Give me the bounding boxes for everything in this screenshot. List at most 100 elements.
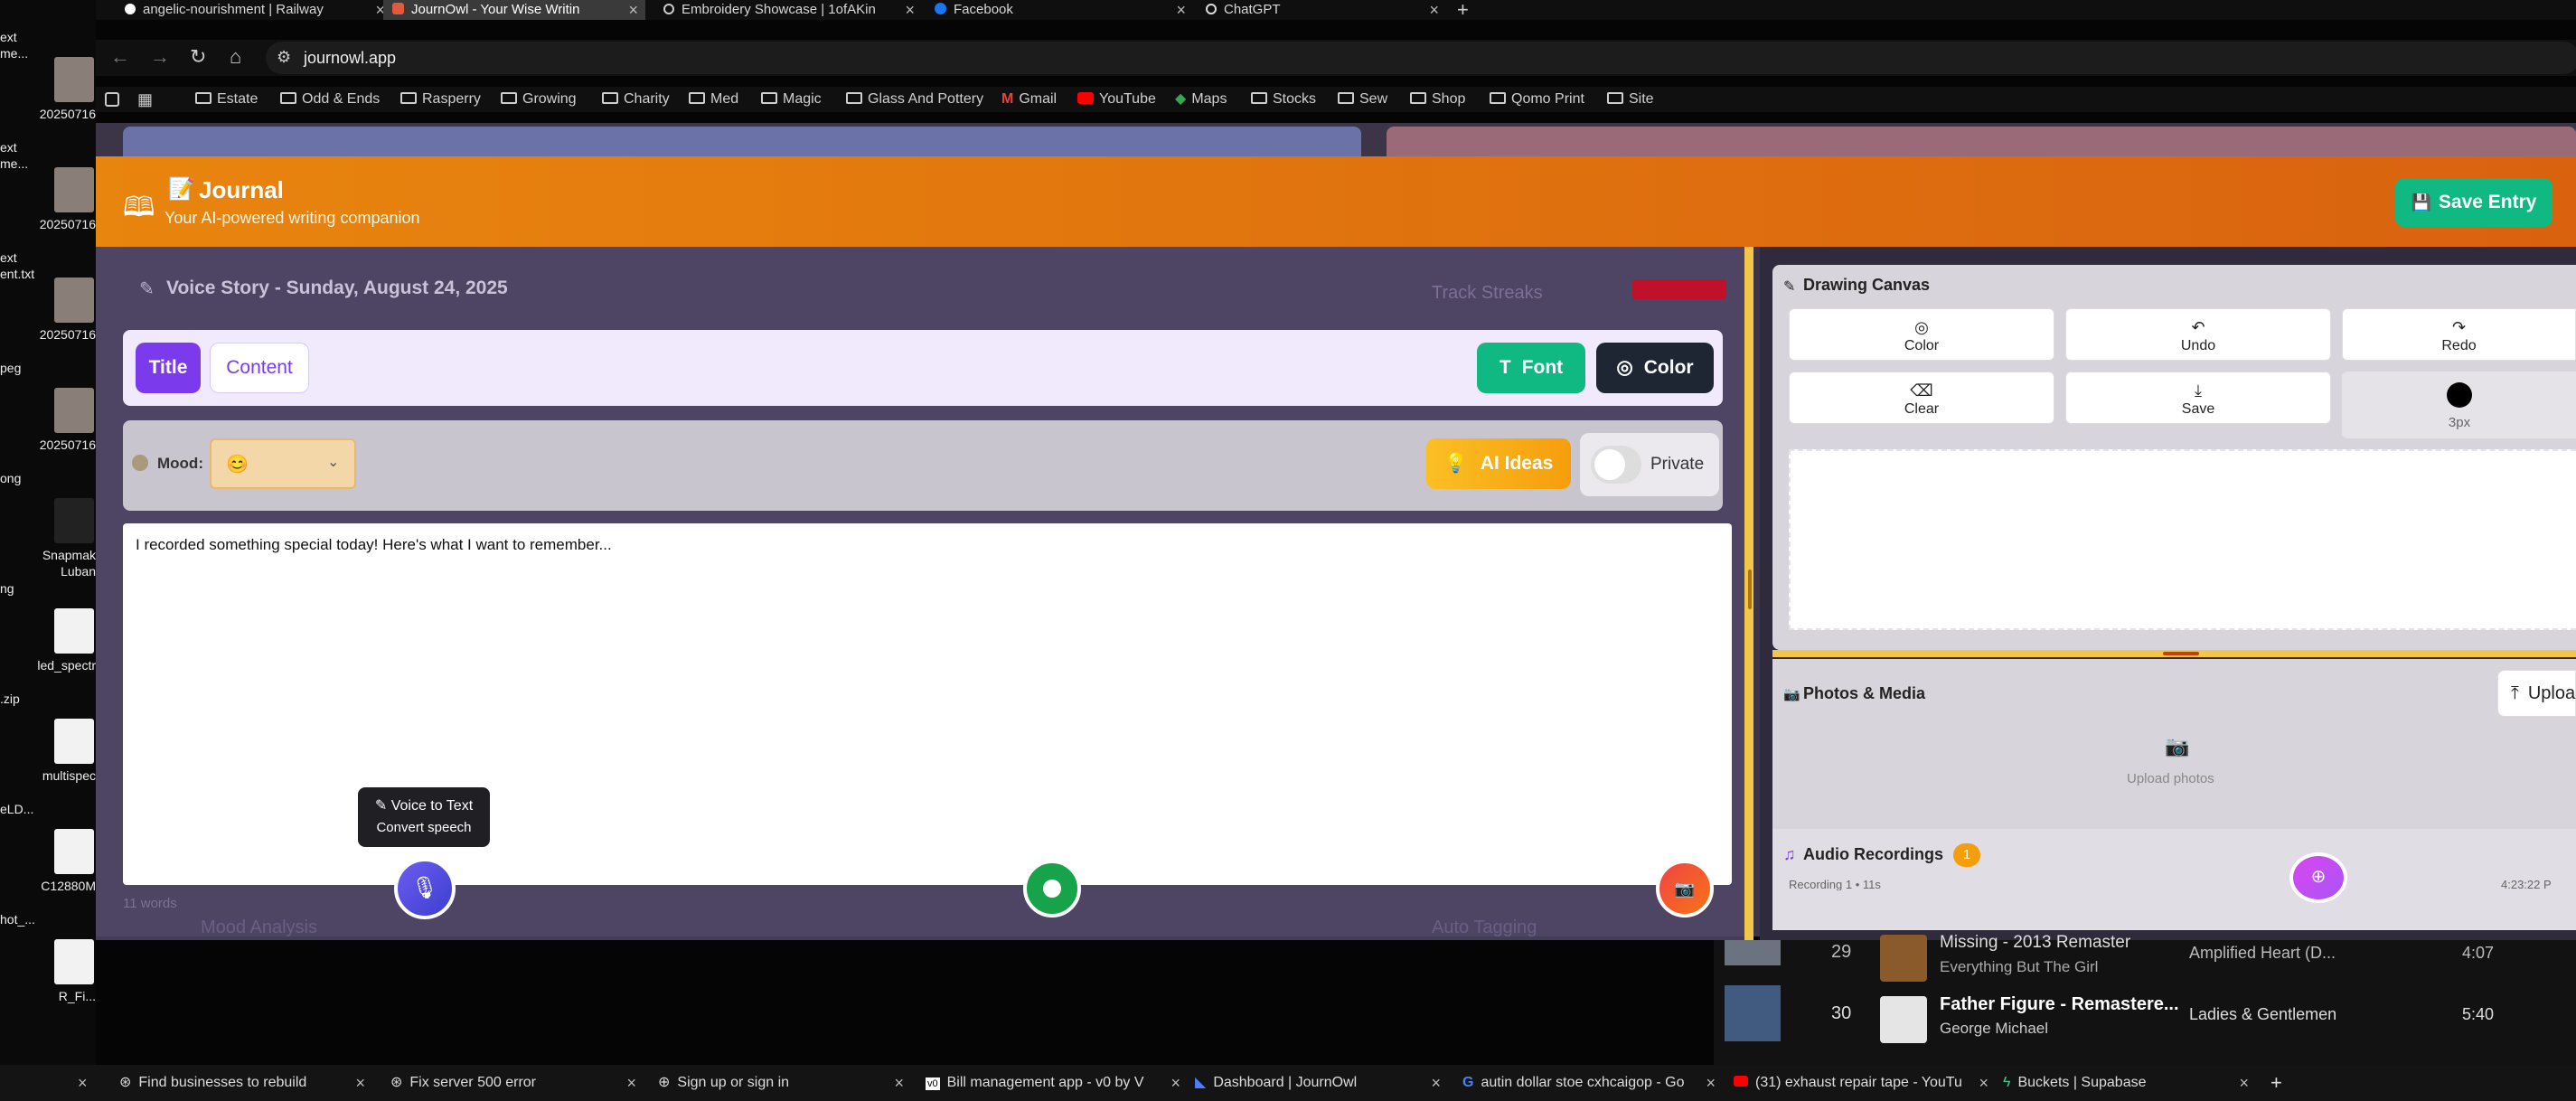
close-tab-icon[interactable]: ×	[1979, 1065, 1988, 1101]
bookmark-maps[interactable]: ◆ Maps	[1175, 87, 1227, 112]
bookmark-med[interactable]: Med	[689, 87, 738, 112]
apps-grid-icon[interactable]: ▦	[137, 90, 153, 109]
bookmark-site[interactable]: Site	[1607, 87, 1654, 112]
bookmark-gmail[interactable]: M Gmail	[1001, 87, 1057, 112]
url-field[interactable]: ⚙ journowl.app	[266, 42, 2576, 74]
save-drawing-button[interactable]: ⤓ Save	[2065, 372, 2331, 424]
folder-icon	[1410, 92, 1426, 104]
reload-icon[interactable]: ↻	[190, 45, 206, 69]
new-tab-button[interactable]: +	[1457, 0, 1484, 20]
bookmark-glass-pottery[interactable]: Glass And Pottery	[846, 87, 983, 112]
track-row[interactable]: 30 Father Figure - Remastere... George M…	[1717, 989, 2531, 1049]
close-tab-icon[interactable]: ×	[1429, 0, 1439, 20]
recording-row[interactable]: Recording 1 • 11s 4:23:22 P	[1772, 876, 2576, 890]
divider-handle[interactable]	[1748, 569, 1752, 609]
notebook-icon: 📝	[168, 177, 195, 202]
desktop-icon-label: R_Fi...	[58, 989, 96, 1003]
bottom-tab[interactable]: ⊛ Fix server 500 error ×	[390, 1065, 644, 1101]
upload-button[interactable]: ⤒ Uploa	[2497, 670, 2576, 717]
draw-color-button[interactable]: ◎ Color	[1789, 308, 2054, 361]
drawing-canvas[interactable]	[1789, 449, 2576, 630]
redo-button[interactable]: ↷ Redo	[2342, 308, 2576, 361]
undo-button[interactable]: ↶ Undo	[2065, 308, 2331, 361]
bookmark-estate[interactable]: Estate	[195, 87, 258, 112]
back-icon[interactable]: ←	[110, 45, 130, 69]
story-title: Voice Story - Sunday, August 24, 2025	[166, 278, 508, 298]
close-tab-icon[interactable]: ×	[905, 0, 915, 20]
folder-icon	[280, 92, 296, 104]
bookmark-youtube[interactable]: YouTube	[1077, 87, 1156, 112]
doc-thumbnail-icon	[54, 939, 94, 984]
private-toggle[interactable]	[1591, 446, 1641, 484]
record-button[interactable]	[1023, 860, 1081, 918]
ai-ideas-button[interactable]: 💡 AI Ideas	[1426, 438, 1571, 489]
new-tab-button[interactable]: +	[2270, 1065, 2298, 1101]
color-button[interactable]: ◎ Color	[1596, 343, 1714, 393]
brush-size-control[interactable]: 3px	[2342, 372, 2576, 438]
bookmarks-menu-icon[interactable]	[105, 92, 119, 107]
bookmark-qomo-print[interactable]: Qomo Print	[1490, 87, 1584, 112]
home-icon[interactable]: ⌂	[230, 45, 241, 69]
bottom-tab[interactable]: ◣ Dashboard | JournOwl ×	[1195, 1065, 1448, 1101]
browser-tab[interactable]: angelic-nourishment | Railway ×	[112, 0, 392, 20]
sparkle-icon: ⊕	[2310, 867, 2327, 887]
close-tab-icon[interactable]: ×	[78, 1065, 88, 1101]
google-icon: G	[1462, 1075, 1474, 1090]
folder-icon	[1251, 92, 1267, 104]
globe-icon	[663, 4, 674, 14]
tab-title[interactable]: Title	[136, 343, 201, 393]
desktop-icon-label: .zip	[0, 692, 20, 706]
drawing-divider-handle[interactable]	[2163, 652, 2199, 655]
bookmark-sew[interactable]: Sew	[1338, 87, 1387, 112]
facebook-icon	[935, 3, 946, 14]
camera-upload-button[interactable]: 📷	[1656, 860, 1714, 918]
clear-button[interactable]: ⌫ Clear	[1789, 372, 2054, 424]
font-button[interactable]: T Font	[1477, 343, 1585, 393]
bookmark-charity[interactable]: Charity	[602, 87, 670, 112]
bottom-tab[interactable]: (31) exhaust repair tape - YouTu ×	[1734, 1065, 1996, 1101]
site-info-icon[interactable]: ⚙	[277, 48, 291, 67]
close-tab-icon[interactable]: ×	[355, 1065, 365, 1101]
url-text[interactable]: journowl.app	[304, 49, 396, 68]
bottom-tab[interactable]: v0 Bill management app - v0 by V ×	[926, 1065, 1188, 1101]
close-tab-icon[interactable]: ×	[1706, 1065, 1716, 1101]
page-subtitle: Your AI-powered writing companion	[165, 209, 420, 227]
bookmark-shop[interactable]: Shop	[1410, 87, 1465, 112]
bookmark-rasperry[interactable]: Rasperry	[400, 87, 481, 112]
bottom-tab[interactable]: ⊛ Find businesses to rebuild ×	[119, 1065, 372, 1101]
close-tab-icon[interactable]: ×	[628, 0, 638, 20]
browser-tab[interactable]: Embroidery Showcase | 1ofAKin ×	[651, 0, 922, 20]
close-tab-icon[interactable]: ×	[1431, 1065, 1441, 1101]
bookmark-magic[interactable]: Magic	[761, 87, 822, 112]
private-label: Private	[1650, 455, 1705, 474]
close-tab-icon[interactable]: ×	[2239, 1065, 2249, 1101]
gmail-icon: M	[1001, 91, 1014, 107]
bottom-tab[interactable]: Gautin dollar stoe cxhcaigop - Go ×	[1462, 1065, 1723, 1101]
save-entry-button[interactable]: 💾 Save Entry	[2395, 178, 2552, 227]
bottom-tab[interactable]: ⊕ Sign up or sign in ×	[658, 1065, 911, 1101]
bookmark-odd-ends[interactable]: Odd & Ends	[280, 87, 380, 112]
close-tab-icon[interactable]: ×	[626, 1065, 636, 1101]
upload-photos-text[interactable]: Upload photos	[2127, 771, 2214, 786]
media-title: Photos & Media	[1803, 684, 1926, 702]
track-row[interactable]: 29 Missing - 2013 Remaster Everything Bu…	[1717, 929, 2531, 989]
youtube-icon	[1734, 1076, 1748, 1087]
bottom-tab[interactable]: ϟ Buckets | Supabase ×	[2003, 1065, 2256, 1101]
browser-tab[interactable]: Facebook ×	[922, 0, 1193, 20]
pencil-icon: ✎	[1783, 279, 1796, 295]
voice-to-text-button[interactable]: 🎙	[394, 858, 456, 919]
bookmark-growing[interactable]: Growing	[501, 87, 577, 112]
v0-icon: v0	[926, 1077, 940, 1090]
bookmark-stocks[interactable]: Stocks	[1251, 87, 1316, 112]
mood-select[interactable]: 😊 ⌄	[210, 438, 356, 489]
browser-tab-active[interactable]: JournOwl - Your Wise Writin ×	[383, 0, 645, 20]
close-tab-icon[interactable]: ×	[894, 1065, 904, 1101]
ai-assistant-button[interactable]: ⊕	[2289, 852, 2347, 903]
font-icon: T	[1499, 357, 1511, 378]
close-tab-icon[interactable]: ×	[1170, 1065, 1180, 1101]
desktop-icon[interactable]: R_Fi...	[0, 939, 96, 1048]
close-tab-icon[interactable]: ×	[1176, 0, 1186, 20]
tab-content[interactable]: Content	[210, 343, 309, 393]
browser-tab[interactable]: ChatGPT ×	[1193, 0, 1446, 20]
forward-icon[interactable]: →	[150, 45, 170, 69]
